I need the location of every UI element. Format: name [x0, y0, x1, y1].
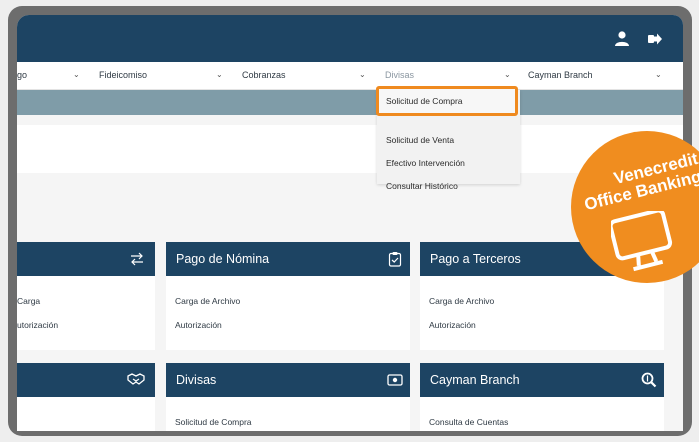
card-header — [17, 242, 155, 276]
secondary-bar — [17, 90, 683, 115]
card-partial — [17, 363, 155, 431]
dropdown-item-consultar-historico[interactable]: Consultar Histórico — [386, 181, 458, 191]
search-dollar-icon — [641, 372, 657, 388]
card-carga-masiva: Carga utorización — [17, 242, 155, 350]
nav-item-fideicomiso[interactable]: Fideicomiso — [99, 70, 147, 80]
nav-item-cobranzas[interactable]: Cobranzas — [242, 70, 286, 80]
card-header: Cayman Branch — [420, 363, 664, 397]
card-header — [17, 363, 155, 397]
card-title: Pago de Nómina — [176, 252, 270, 266]
chevron-down-icon[interactable]: ⌄ — [73, 70, 80, 79]
nav-item-pago[interactable]: go — [17, 70, 27, 80]
clipboard-check-icon — [388, 252, 402, 267]
dropdown-item-solicitud-venta[interactable]: Solicitud de Venta — [386, 135, 454, 145]
card-divisas: Divisas Solicitud de Compra — [166, 363, 410, 431]
card-title: Cayman Branch — [430, 373, 520, 387]
chevron-down-icon[interactable]: ⌄ — [655, 70, 662, 79]
card-link-carga-archivo[interactable]: Carga de Archivo — [429, 296, 494, 306]
card-title: Divisas — [176, 373, 217, 387]
card-link-consulta-cuentas[interactable]: Consulta de Cuentas — [429, 417, 508, 427]
money-bill-icon — [387, 374, 403, 386]
logout-icon[interactable] — [646, 30, 664, 48]
card-header: Divisas — [166, 363, 410, 397]
main-nav: go ⌄ Fideicomiso ⌄ Cobranzas ⌄ Divisas ⌄… — [17, 62, 683, 90]
card-pago-nomina: Pago de Nómina Carga de Archivo Autoriza… — [166, 242, 410, 350]
card-cayman-branch: Cayman Branch Consulta de Cuentas — [420, 363, 664, 431]
user-icon[interactable] — [613, 30, 631, 48]
arrows-exchange-icon — [131, 252, 143, 266]
card-link-carga-archivo[interactable]: Carga de Archivo — [175, 296, 240, 306]
nav-item-cayman-branch[interactable]: Cayman Branch — [528, 70, 593, 80]
dropdown-item-efectivo-intervencion[interactable]: Efectivo Intervención — [386, 158, 465, 168]
card-title: Pago a Terceros — [430, 252, 521, 266]
monitor-icon — [611, 211, 673, 272]
dropdown-item-solicitud-compra-highlight[interactable]: Solicitud de Compra — [376, 86, 518, 116]
card-header: Pago de Nómina — [166, 242, 410, 276]
chevron-down-icon[interactable]: ⌄ — [359, 70, 366, 79]
nav-item-divisas[interactable]: Divisas — [385, 70, 414, 80]
card-link-autorizacion[interactable]: utorización — [17, 320, 58, 330]
card-link-solicitud-compra[interactable]: Solicitud de Compra — [175, 417, 252, 427]
chevron-down-icon[interactable]: ⌄ — [216, 70, 223, 79]
card-link-autorizacion[interactable]: Autorización — [175, 320, 222, 330]
dropdown-item-solicitud-compra[interactable]: Solicitud de Compra — [386, 96, 463, 106]
card-link-carga[interactable]: Carga — [17, 296, 40, 306]
card-link-autorizacion[interactable]: Autorización — [429, 320, 476, 330]
chevron-down-icon[interactable]: ⌄ — [504, 70, 511, 79]
top-header — [17, 15, 683, 62]
handshake-icon — [127, 373, 145, 385]
